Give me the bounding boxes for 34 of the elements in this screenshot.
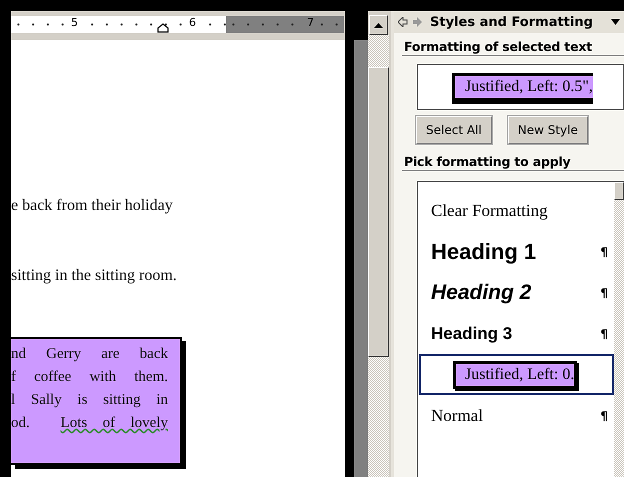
ruler-number: 5 — [69, 16, 80, 29]
pilcrow-mark: ¶ — [600, 326, 608, 340]
ruler[interactable]: 5 6 7 — [11, 11, 345, 40]
panel-title: Styles and Formatting — [430, 14, 593, 30]
text-box-line: od. Lots of lovely — [11, 414, 168, 433]
up-arrow-icon — [374, 22, 383, 28]
list-scrollbar[interactable] — [614, 182, 624, 477]
panel-button[interactable]: Select All — [416, 116, 492, 144]
section-heading: Pick formatting to apply — [402, 148, 624, 171]
style-item[interactable]: Clear Formatting — [418, 190, 614, 231]
style-preview: Justified, Left: 0.5", — [452, 73, 593, 101]
text-box-line: l Sally is sitting in — [11, 391, 168, 410]
ruler-number: 6 — [187, 16, 198, 29]
panel-button[interactable]: New Style — [508, 116, 588, 144]
current-style-box[interactable]: Justified, Left: 0.5", — [417, 64, 624, 110]
pilcrow-mark: ¶ — [600, 408, 608, 422]
pilcrow-mark: ¶ — [600, 286, 608, 300]
pilcrow-mark: ¶ — [600, 244, 608, 258]
section-heading: Formatting of selected text — [402, 33, 624, 56]
document-text: e back from their holiday — [11, 197, 174, 215]
indent-marker-icon[interactable] — [157, 23, 169, 33]
style-item[interactable]: Heading 2 ¶ — [418, 272, 614, 313]
document-text: sitting in the sitting room. — [11, 267, 178, 285]
scroll-up-button[interactable] — [369, 15, 388, 35]
scroll-thumb[interactable] — [368, 67, 389, 357]
style-item[interactable]: Heading 3 ¶ — [418, 313, 614, 354]
back-arrow-icon[interactable] — [398, 17, 408, 27]
dropdown-arrow-icon[interactable] — [610, 19, 620, 25]
text-box-line: f coffee with them. — [11, 368, 168, 387]
ruler-number: 7 — [305, 16, 316, 29]
style-item[interactable]: Heading 1 ¶ — [418, 231, 614, 272]
text-box-line: nd Gerry are back — [11, 345, 168, 364]
style-item[interactable]: Normal ¶ — [418, 395, 614, 436]
style-item[interactable]: Justified, Left: 0. — [419, 354, 614, 395]
